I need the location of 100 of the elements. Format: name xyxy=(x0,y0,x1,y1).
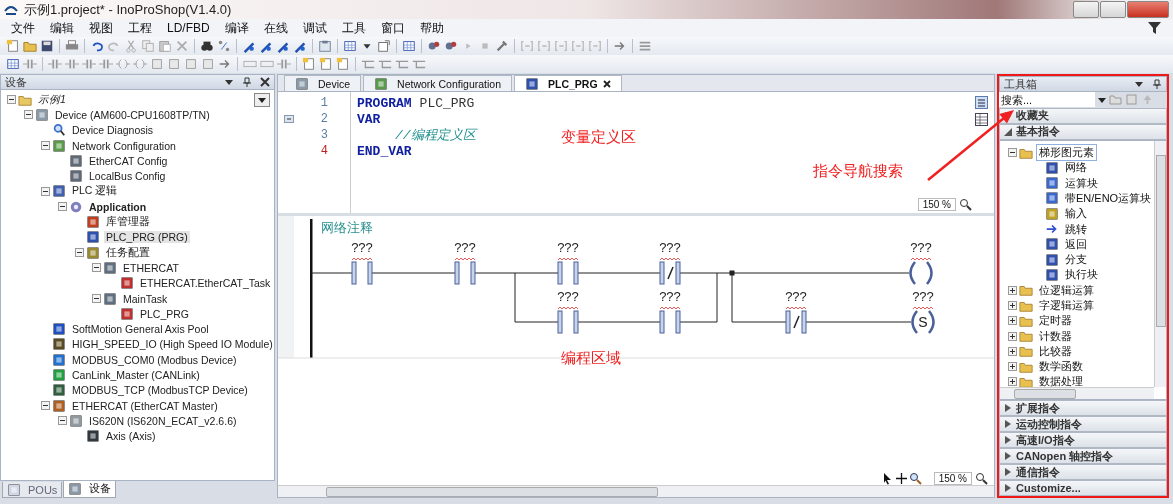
section-header[interactable]: 扩展指令 xyxy=(999,400,1167,417)
expand-toggle[interactable] xyxy=(1008,362,1017,372)
clipboard-icon[interactable] xyxy=(318,39,332,53)
toolbox-item[interactable]: 网络 xyxy=(1063,160,1089,176)
tree-item[interactable]: MODBUS_TCP (ModbusTCP Device) xyxy=(70,384,250,397)
menu-item[interactable]: 工程 xyxy=(128,19,152,37)
expand-toggle[interactable] xyxy=(1008,377,1017,387)
tree-item[interactable]: HIGH_SPEED_IO (High Speed IO Module) xyxy=(70,338,275,351)
menu-item[interactable]: 在线 xyxy=(263,19,288,37)
negated-contact[interactable] xyxy=(659,261,681,285)
list-view-icon[interactable] xyxy=(975,96,988,109)
caret-icon[interactable] xyxy=(1098,95,1106,104)
tree-item[interactable]: Device (AM600-CPU1608TP/TN) xyxy=(53,108,212,121)
tree-item[interactable]: PLC 逻辑 xyxy=(70,184,120,199)
table-view-icon[interactable] xyxy=(975,113,988,126)
toolbox-item[interactable]: 数据处理 xyxy=(1037,374,1085,390)
tree-item[interactable]: ETHERCAT xyxy=(121,261,181,274)
scrollbar[interactable] xyxy=(1000,387,1154,400)
collapse-toggle[interactable] xyxy=(75,248,84,258)
toolbox-item[interactable]: 字逻辑运算 xyxy=(1037,298,1096,313)
toolbox-item[interactable]: 梯形图元素 xyxy=(1037,145,1096,161)
toolbox-item[interactable]: 位逻辑运算 xyxy=(1037,282,1096,298)
contact-icon[interactable] xyxy=(65,57,79,71)
menu-item[interactable]: 编译 xyxy=(224,19,249,37)
toolbox-item[interactable]: 运算块 xyxy=(1063,175,1100,191)
search-field[interactable]: 搜索... xyxy=(999,92,1095,108)
pin-icon[interactable] xyxy=(1152,79,1162,89)
tree-item[interactable]: Network Configuration xyxy=(70,139,178,152)
collapse-toggle[interactable] xyxy=(41,186,50,196)
toolbox-item[interactable]: 输入 xyxy=(1063,206,1089,222)
toolbox-item[interactable]: 定时器 xyxy=(1037,313,1074,329)
scrollbar[interactable] xyxy=(1154,140,1166,388)
section-header[interactable]: 运动控制指令 xyxy=(999,416,1167,433)
arrow-icon[interactable] xyxy=(613,39,627,53)
tree-item[interactable]: 示例1 xyxy=(36,92,68,107)
block-icon[interactable] xyxy=(150,57,164,71)
panel-tab[interactable]: POUs xyxy=(2,482,63,498)
contact[interactable] xyxy=(454,261,476,285)
contact[interactable] xyxy=(557,261,579,285)
section-header[interactable]: Customize... xyxy=(999,480,1167,496)
section-header[interactable]: 收藏夹 xyxy=(999,107,1167,124)
close-icon[interactable] xyxy=(260,77,270,87)
window-icon[interactable] xyxy=(377,39,391,53)
menu-item[interactable]: 帮助 xyxy=(419,19,444,37)
toolbox-item[interactable]: 跳转 xyxy=(1063,221,1089,237)
dropdown-button[interactable] xyxy=(254,93,270,107)
tree-item[interactable]: IS620N (IS620N_ECAT_v2.6.6) xyxy=(87,414,239,427)
collapse-toggle[interactable] xyxy=(7,95,16,105)
tree-item[interactable]: PLC_PRG (PRG) xyxy=(104,231,190,244)
tree-item[interactable]: PLC_PRG xyxy=(138,307,192,320)
tree-item[interactable]: MODBUS_COM0 (Modbus Device) xyxy=(70,353,239,366)
toolbox-item[interactable]: 执行块 xyxy=(1063,267,1100,283)
toolbox-item[interactable]: 数学函数 xyxy=(1037,359,1085,375)
block-icon[interactable] xyxy=(167,57,181,71)
section-header[interactable]: 高速I/O指令 xyxy=(999,432,1167,449)
tree-item[interactable]: CanLink_Master (CANLink) xyxy=(70,369,202,381)
tree-item[interactable]: Device Diagnosis xyxy=(70,124,156,137)
maximize-button[interactable] xyxy=(1100,1,1126,18)
scrollbar[interactable] xyxy=(278,485,994,497)
coil[interactable] xyxy=(909,260,933,286)
negated-contact[interactable] xyxy=(785,310,807,334)
tree-item[interactable]: Application xyxy=(87,200,149,213)
menu-item[interactable]: 文件 xyxy=(11,19,35,37)
expand-toggle[interactable] xyxy=(1008,285,1017,295)
pointer-icon[interactable] xyxy=(881,472,894,485)
move-icon[interactable] xyxy=(895,472,908,485)
grid-icon[interactable] xyxy=(402,39,416,53)
caret-icon[interactable] xyxy=(1134,79,1144,89)
tree-item[interactable]: 库管理器 xyxy=(104,215,152,229)
toolbox-item[interactable]: 计数器 xyxy=(1037,328,1074,344)
set-coil[interactable]: S xyxy=(911,309,935,335)
grid-icon[interactable] xyxy=(343,39,357,53)
menu-item[interactable]: 调试 xyxy=(302,19,327,37)
tree-item[interactable]: SoftMotion General Axis Pool xyxy=(70,323,211,336)
toolbox-item[interactable]: 带EN/ENO运算块 xyxy=(1063,190,1154,206)
tree-item[interactable]: EtherCAT Config xyxy=(87,154,170,167)
collapse-toggle[interactable] xyxy=(92,263,101,273)
tree-item[interactable]: MainTask xyxy=(121,292,170,305)
tree-item[interactable]: 任务配置 xyxy=(104,245,152,260)
menu-item[interactable]: 视图 xyxy=(89,19,113,37)
dots-icon[interactable] xyxy=(217,39,231,53)
menu-item[interactable]: 窗口 xyxy=(380,19,405,37)
menu-item[interactable]: 编辑 xyxy=(50,19,74,37)
minimize-button[interactable] xyxy=(1073,1,1099,18)
cross-icon[interactable] xyxy=(175,39,189,53)
printer-icon[interactable] xyxy=(65,39,79,53)
menu-item[interactable]: LD/FBD xyxy=(167,21,210,35)
collapse-toggle[interactable] xyxy=(284,115,294,123)
section-header[interactable]: 通信指令 xyxy=(999,464,1167,481)
grid-icon[interactable] xyxy=(6,57,20,71)
zoom-icon[interactable] xyxy=(959,198,972,211)
pin-icon[interactable] xyxy=(242,77,252,87)
editor-tab[interactable]: Device xyxy=(284,75,362,91)
zoom-level[interactable]: 150 % xyxy=(917,198,956,211)
editor-tab[interactable]: PLC_PRG xyxy=(514,75,622,91)
collapse-toggle[interactable] xyxy=(24,110,33,120)
toolbox-item[interactable]: 比较器 xyxy=(1037,343,1074,359)
expand-toggle[interactable] xyxy=(1008,346,1017,356)
section-header[interactable]: CANopen 轴控指令 xyxy=(999,448,1167,465)
tree-item[interactable]: ETHERCAT.EtherCAT_Task xyxy=(138,277,273,290)
